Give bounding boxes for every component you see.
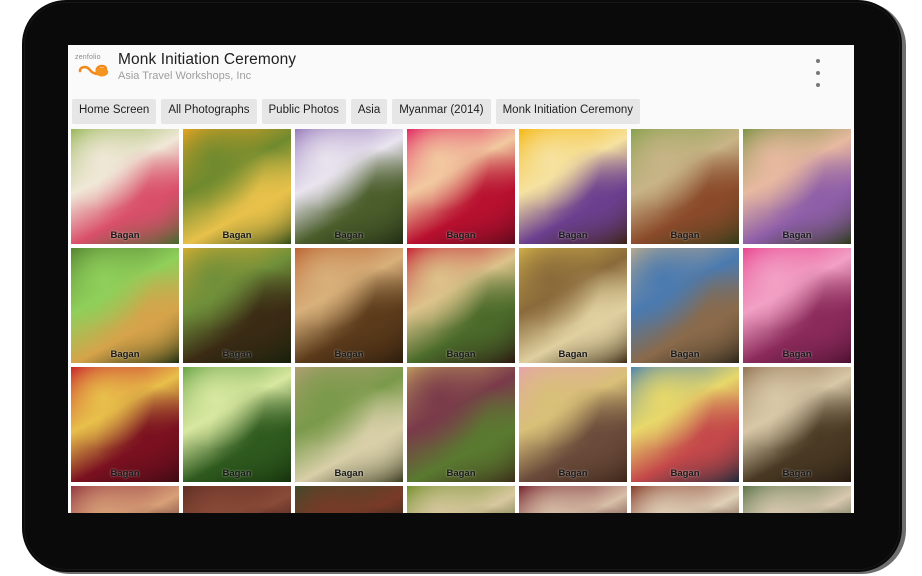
photo-thumbnail[interactable]: Bagan (743, 129, 851, 244)
thumbnail-image (295, 486, 403, 514)
tablet-screen: zenfolio Monk Initiation Ceremony Asia T… (68, 45, 854, 513)
menu-dot (816, 59, 820, 63)
photo-thumbnail[interactable]: Bagan (71, 367, 179, 482)
thumbnail-image (743, 367, 851, 482)
header-title-block: Monk Initiation Ceremony Asia Travel Wor… (118, 51, 296, 83)
menu-dot (816, 71, 820, 75)
thumbnail-image (407, 248, 515, 363)
photo-thumbnail[interactable]: Bagan (295, 248, 403, 363)
photo-thumbnail[interactable]: Bagan (407, 367, 515, 482)
thumbnail-image (71, 248, 179, 363)
photo-thumbnail[interactable]: Bagan (631, 367, 739, 482)
photo-thumbnail[interactable]: Bagan (71, 486, 179, 514)
zenfolio-swoosh-icon (77, 62, 109, 79)
page-title: Monk Initiation Ceremony (118, 52, 296, 68)
breadcrumb-item[interactable]: Monk Initiation Ceremony (496, 99, 640, 124)
thumbnail-image (407, 367, 515, 482)
photo-thumbnail[interactable]: Bagan (183, 248, 291, 363)
photo-thumbnail[interactable]: Bagan (519, 367, 627, 482)
photo-thumbnail[interactable]: Bagan (407, 129, 515, 244)
thumbnail-image (71, 486, 179, 514)
app-header: zenfolio Monk Initiation Ceremony Asia T… (68, 45, 854, 99)
thumbnail-image (407, 129, 515, 244)
thumbnail-image (295, 248, 403, 363)
thumbnail-image (71, 367, 179, 482)
thumbnail-image (631, 248, 739, 363)
photo-grid: BaganBaganBaganBaganBaganBaganBaganBagan… (68, 129, 854, 514)
page-subtitle: Asia Travel Workshops, Inc (118, 71, 296, 83)
thumbnail-image (519, 129, 627, 244)
thumbnail-image (295, 367, 403, 482)
zenfolio-logo: zenfolio (74, 51, 114, 85)
breadcrumb-item[interactable]: Public Photos (262, 99, 346, 124)
more-vertical-icon[interactable] (808, 57, 828, 89)
photo-thumbnail[interactable]: Bagan (631, 248, 739, 363)
screenshot-stage: zenfolio Monk Initiation Ceremony Asia T… (0, 0, 922, 576)
thumbnail-image (631, 129, 739, 244)
zenfolio-wordmark: zenfolio (75, 54, 101, 61)
photo-thumbnail[interactable]: Bagan (183, 486, 291, 514)
photo-thumbnail[interactable]: Bagan (407, 248, 515, 363)
photo-thumbnail[interactable]: Bagan (71, 129, 179, 244)
photo-thumbnail[interactable]: Bagan (519, 248, 627, 363)
menu-dot (816, 83, 820, 87)
photo-thumbnail[interactable]: Bagan (631, 486, 739, 514)
photo-thumbnail[interactable]: Bagan (743, 367, 851, 482)
photo-thumbnail[interactable]: Bagan (407, 486, 515, 514)
photo-thumbnail[interactable]: Bagan (631, 129, 739, 244)
breadcrumb: Home ScreenAll PhotographsPublic PhotosA… (68, 99, 854, 129)
photo-thumbnail[interactable]: Bagan (519, 486, 627, 514)
thumbnail-image (743, 486, 851, 514)
thumbnail-image (743, 129, 851, 244)
photo-thumbnail[interactable]: Bagan (295, 367, 403, 482)
breadcrumb-item[interactable]: Myanmar (2014) (392, 99, 490, 124)
thumbnail-image (295, 129, 403, 244)
photo-thumbnail[interactable]: Bagan (743, 248, 851, 363)
breadcrumb-item[interactable]: Asia (351, 99, 387, 124)
thumbnail-image (519, 367, 627, 482)
thumbnail-image (743, 248, 851, 363)
thumbnail-image (519, 248, 627, 363)
breadcrumb-item[interactable]: Home Screen (72, 99, 156, 124)
thumbnail-image (631, 486, 739, 514)
photo-thumbnail[interactable]: Bagan (183, 367, 291, 482)
thumbnail-image (183, 486, 291, 514)
thumbnail-image (519, 486, 627, 514)
photo-thumbnail[interactable]: Bagan (295, 486, 403, 514)
thumbnail-image (71, 129, 179, 244)
thumbnail-image (183, 367, 291, 482)
thumbnail-image (631, 367, 739, 482)
thumbnail-image (183, 248, 291, 363)
breadcrumb-item[interactable]: All Photographs (161, 99, 256, 124)
photo-thumbnail[interactable]: Bagan (519, 129, 627, 244)
photo-thumbnail[interactable]: Bagan (295, 129, 403, 244)
thumbnail-image (407, 486, 515, 514)
photo-thumbnail[interactable]: Bagan (183, 129, 291, 244)
photo-thumbnail[interactable]: Bagan (743, 486, 851, 514)
photo-thumbnail[interactable]: Bagan (71, 248, 179, 363)
thumbnail-image (183, 129, 291, 244)
